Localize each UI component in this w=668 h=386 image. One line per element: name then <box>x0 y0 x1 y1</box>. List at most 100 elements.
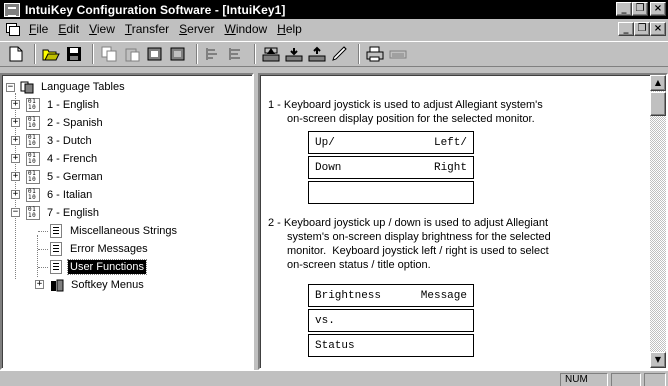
item1-row-3[interactable] <box>308 181 474 204</box>
menu-view[interactable]: View <box>86 22 122 36</box>
new-icon[interactable] <box>6 44 26 64</box>
row-left-text: Up/ <box>315 136 335 149</box>
tree-language-label: 5 - German <box>47 171 103 183</box>
close-button[interactable]: × <box>650 2 666 16</box>
doc-close-button[interactable]: × <box>650 22 666 36</box>
upload-icon[interactable] <box>261 44 281 64</box>
expand-icon[interactable]: + <box>11 190 20 199</box>
item2-row-1[interactable]: Brightness Message <box>308 284 474 307</box>
binary-file-icon: 01 10 <box>26 134 40 148</box>
string-list-icon <box>50 260 62 274</box>
tree-root-label: Language Tables <box>41 81 125 93</box>
tree-connector <box>38 249 48 250</box>
menu-window[interactable]: Window <box>221 22 274 36</box>
tree-language-4[interactable]: + 01 10 4 - French <box>11 151 99 167</box>
expand-icon[interactable]: + <box>35 280 44 289</box>
tree-connector <box>37 235 38 277</box>
tree-item-user-functions[interactable]: User Functions <box>50 259 147 275</box>
fill-all-icon[interactable] <box>168 44 188 64</box>
expand-icon[interactable]: + <box>11 100 20 109</box>
binary-file-icon: 01 10 <box>26 188 40 202</box>
tree-language-7[interactable]: − 01 10 7 - English <box>11 205 101 221</box>
language-tables-icon <box>20 81 34 94</box>
transfer-icon[interactable] <box>307 44 327 64</box>
expand-icon[interactable]: + <box>11 118 20 127</box>
restore-button[interactable]: ❐ <box>632 2 648 16</box>
save-icon[interactable] <box>64 44 84 64</box>
expand-icon[interactable]: + <box>11 154 20 163</box>
tree-language-label: 1 - English <box>47 99 99 111</box>
tree-language-1[interactable]: + 01 10 1 - English <box>11 97 101 113</box>
document-icon[interactable] <box>4 22 20 36</box>
toolbar <box>0 41 668 67</box>
tree-item-softkey-menus[interactable]: + Softkey Menus <box>35 277 146 293</box>
vertical-scrollbar[interactable]: ▲ ▼ <box>650 75 666 368</box>
status-cell-empty <box>644 373 666 386</box>
tree-language-2[interactable]: + 01 10 2 - Spanish <box>11 115 105 131</box>
tree-language-label: 3 - Dutch <box>47 135 92 147</box>
collapse-icon[interactable]: − <box>11 208 20 217</box>
item2-row-2[interactable]: vs. <box>308 309 474 332</box>
item2-description-line2: system's on-screen display brightness fo… <box>287 231 551 243</box>
tree-language-label: 6 - Italian <box>47 189 93 201</box>
item1-description-line1: 1 - Keyboard joystick is used to adjust … <box>268 99 543 111</box>
menu-edit[interactable]: Edit <box>55 22 86 36</box>
app-icon[interactable] <box>4 2 20 17</box>
binary-file-icon: 01 10 <box>26 152 40 166</box>
language-tree-pane[interactable]: − Language Tables + 01 10 1 - English + 0… <box>0 73 254 370</box>
toolbar-separator <box>196 44 198 64</box>
menu-file[interactable]: File <box>26 22 55 36</box>
keyboard-icon[interactable] <box>388 44 408 64</box>
tree-connector <box>38 231 48 232</box>
binary-file-icon: 01 10 <box>26 170 40 184</box>
tree-item-label: Miscellaneous Strings <box>70 225 177 237</box>
flow-icon[interactable] <box>203 44 223 64</box>
binary-file-icon: 01 10 <box>26 116 40 130</box>
item2-row-3[interactable]: Status <box>308 334 474 357</box>
item2-description-line4: on-screen status / title option. <box>287 259 431 271</box>
row-left-text: Status <box>315 339 355 352</box>
menu-server[interactable]: Server <box>176 22 221 36</box>
flow-all-icon[interactable] <box>226 44 246 64</box>
open-icon[interactable] <box>41 44 61 64</box>
toolbar-separator <box>358 44 360 64</box>
scroll-down-arrow-icon[interactable]: ▼ <box>650 352 666 368</box>
doc-minimize-button[interactable]: _ <box>618 22 634 36</box>
item2-description-line1: 2 - Keyboard joystick up / down is used … <box>268 217 549 229</box>
minimize-button[interactable]: _ <box>616 2 632 16</box>
binary-file-icon: 01 10 <box>26 98 40 112</box>
expand-icon[interactable]: + <box>11 136 20 145</box>
row-left-text: Brightness <box>315 289 382 302</box>
row-right-text: Right <box>433 161 467 174</box>
tree-item-misc-strings[interactable]: Miscellaneous Strings <box>50 223 179 239</box>
tree-root[interactable]: − Language Tables <box>6 79 127 95</box>
menu-help[interactable]: Help <box>274 22 309 36</box>
scroll-up-arrow-icon[interactable]: ▲ <box>650 75 666 91</box>
item2-description-line3: monitor. Keyboard joystick left / right … <box>287 245 549 257</box>
user-functions-pane[interactable]: 1 - Keyboard joystick is used to adjust … <box>258 73 668 370</box>
scroll-thumb[interactable] <box>650 92 666 116</box>
tree-language-3[interactable]: + 01 10 3 - Dutch <box>11 133 94 149</box>
tree-item-error-messages[interactable]: Error Messages <box>50 241 150 257</box>
paste-icon[interactable] <box>122 44 142 64</box>
doc-restore-button[interactable]: ❐ <box>634 22 650 36</box>
fill-icon[interactable] <box>145 44 165 64</box>
string-list-icon <box>50 242 62 256</box>
print-icon[interactable] <box>365 44 385 64</box>
menu-bar: File Edit View Transfer Server Window He… <box>0 19 668 39</box>
edit-icon[interactable] <box>330 44 350 64</box>
tree-item-label-selected: User Functions <box>67 259 147 275</box>
item1-row-1[interactable]: Up/ Left/ <box>308 131 474 154</box>
expand-icon[interactable]: + <box>11 172 20 181</box>
row-right-text: Message <box>420 289 467 302</box>
row-right-text: Left/ <box>433 136 467 149</box>
tree-language-6[interactable]: + 01 10 6 - Italian <box>11 187 94 203</box>
toolbar-separator <box>34 44 36 64</box>
tree-language-5[interactable]: + 01 10 5 - German <box>11 169 105 185</box>
menu-transfer[interactable]: Transfer <box>122 22 176 36</box>
download-icon[interactable] <box>284 44 304 64</box>
collapse-icon[interactable]: − <box>6 82 15 92</box>
row-left-text: vs. <box>315 314 335 327</box>
copy-icon[interactable] <box>99 44 119 64</box>
item1-row-2[interactable]: Down Right <box>308 156 474 179</box>
